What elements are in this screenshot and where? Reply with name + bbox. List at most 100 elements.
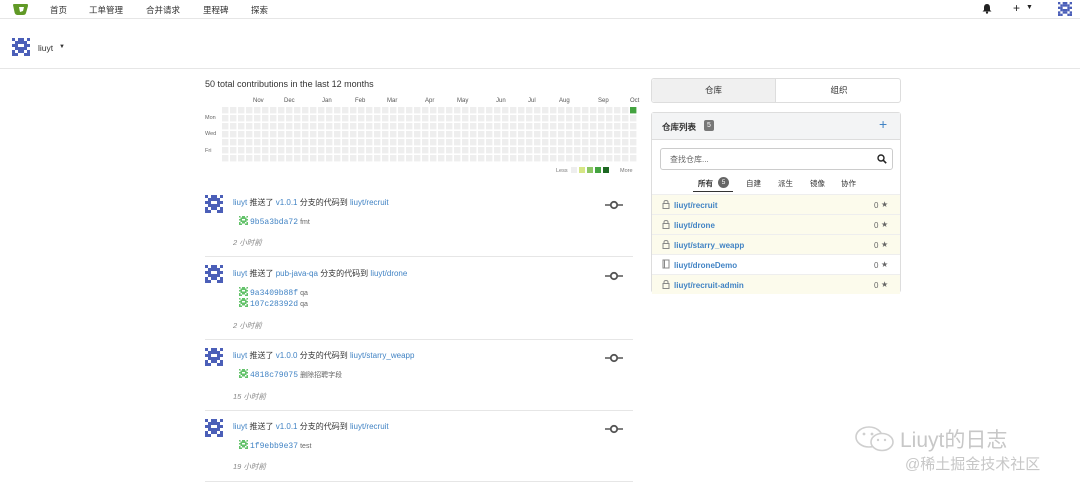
context-user-name[interactable]: liuyt: [38, 43, 53, 53]
feed-repo-link[interactable]: liuyt/recruit: [350, 422, 389, 431]
search-icon[interactable]: [877, 154, 887, 164]
heatmap-month: Jan: [322, 98, 332, 104]
heatmap-cell: [230, 123, 237, 130]
heatmap-cell: [302, 115, 309, 122]
heatmap-cell: [558, 147, 565, 154]
heatmap-cell: [262, 147, 269, 154]
watermark-subtitle: @稀土掘金技术社区: [905, 456, 1041, 473]
chevron-down-icon[interactable]: ▼: [1026, 4, 1033, 11]
heatmap-cell: [262, 123, 269, 130]
heatmap-cell: [246, 139, 253, 146]
heatmap-cell: [382, 131, 389, 138]
filter-sources[interactable]: 自建: [746, 178, 761, 189]
feed-avatar[interactable]: [205, 348, 223, 366]
chevron-down-icon[interactable]: ▼: [59, 44, 65, 50]
heatmap-cell: [446, 123, 453, 130]
filter-collaborative[interactable]: 协作: [841, 178, 856, 189]
heatmap-cell: [550, 115, 557, 122]
feed-repo-link[interactable]: liuyt/starry_weapp: [350, 351, 414, 360]
commit-sha-link[interactable]: 9a3409b88f: [250, 289, 298, 298]
feed-item: liuyt 推送了 v1.0.1 分支的代码到 liuyt/recruit 9b…: [205, 192, 633, 257]
heatmap-cell: [430, 155, 437, 162]
repo-row[interactable]: liuyt/recruit 0 ★: [652, 194, 900, 214]
heatmap-cell: [550, 131, 557, 138]
heatmap-cell: [390, 147, 397, 154]
nav-explore[interactable]: 探索: [251, 4, 268, 16]
legend-swatch: [579, 167, 585, 173]
heatmap-cell: [342, 139, 349, 146]
commit-sha-link[interactable]: 1f9ebb9e37: [250, 442, 298, 451]
nav-issues[interactable]: 工单管理: [89, 4, 123, 16]
heatmap-cell: [366, 155, 373, 162]
repo-name-link[interactable]: liuyt/recruit: [674, 201, 718, 210]
feed-branch-link[interactable]: v1.0.1: [276, 422, 298, 431]
repo-search-input[interactable]: [660, 148, 893, 170]
commit-sha-link[interactable]: 9b5a3bda72: [250, 218, 298, 227]
heatmap-cell: [630, 155, 637, 162]
heatmap-cell: [294, 155, 301, 162]
avatar[interactable]: [1058, 2, 1072, 16]
feed-repo-link[interactable]: liuyt/drone: [370, 269, 407, 278]
feed-user-link[interactable]: liuyt: [233, 351, 247, 360]
heatmap-cell: [270, 123, 277, 130]
heatmap-cell: [462, 107, 469, 114]
nav-milestones[interactable]: 里程碑: [203, 4, 229, 16]
repo-name-link[interactable]: liuyt/droneDemo: [674, 261, 737, 270]
lock-icon: [662, 280, 670, 289]
heatmap-cell: [598, 123, 605, 130]
feed-user-link[interactable]: liuyt: [233, 422, 247, 431]
heatmap-cell: [358, 155, 365, 162]
heatmap-cell: [422, 147, 429, 154]
heatmap-cell: [494, 139, 501, 146]
heatmap-cell: [478, 147, 485, 154]
feed-user-link[interactable]: liuyt: [233, 269, 247, 278]
heatmap-cell: [286, 115, 293, 122]
filter-all[interactable]: 所有: [698, 178, 713, 189]
feed-avatar[interactable]: [205, 195, 223, 213]
feed-time: 2 小时前: [233, 238, 262, 247]
heatmap-cell: [598, 107, 605, 114]
nav-pulls[interactable]: 合并请求: [146, 4, 180, 16]
heatmap-cell: [470, 115, 477, 122]
commit-sha-link[interactable]: 107c28392d: [250, 300, 298, 309]
repo-row[interactable]: liuyt/starry_weapp 0 ★: [652, 234, 900, 254]
repo-name-link[interactable]: liuyt/starry_weapp: [674, 241, 744, 250]
user-avatar[interactable]: [12, 38, 30, 56]
filter-forks[interactable]: 派生: [778, 178, 793, 189]
feed-branch-link[interactable]: v1.0.0: [276, 351, 298, 360]
heatmap-cell: [358, 131, 365, 138]
filter-mirrors[interactable]: 镜像: [810, 178, 825, 189]
feed-user-link[interactable]: liuyt: [233, 198, 247, 207]
add-repo-button[interactable]: +: [879, 116, 887, 132]
feed-branch-link[interactable]: pub-java-qa: [276, 269, 318, 278]
heatmap-cell: [366, 115, 373, 122]
heatmap-cell: [462, 123, 469, 130]
heatmap-cell: [630, 131, 637, 138]
feed-avatar[interactable]: [205, 265, 223, 283]
heatmap-cell: [318, 131, 325, 138]
commit-message: qa: [300, 301, 308, 308]
nav-home[interactable]: 首页: [50, 4, 67, 16]
feed-repo-link[interactable]: liuyt/recruit: [350, 198, 389, 207]
heatmap-cell: [374, 107, 381, 114]
feed-avatar[interactable]: [205, 419, 223, 437]
feed-branch-link[interactable]: v1.0.1: [276, 198, 298, 207]
create-new-icon[interactable]: +: [1013, 2, 1020, 14]
commit-sha-link[interactable]: 4818c79075: [250, 371, 298, 380]
repo-row[interactable]: liuyt/droneDemo 0 ★: [652, 254, 900, 274]
heatmap-cell: [510, 131, 517, 138]
gitea-logo-icon[interactable]: [12, 3, 30, 16]
commit-line: 107c28392d qa: [239, 298, 308, 309]
heatmap-cell: [526, 147, 533, 154]
repo-row[interactable]: liuyt/recruit-admin 0 ★: [652, 274, 900, 294]
tab-organizations[interactable]: 组织: [777, 79, 901, 102]
repo-row[interactable]: liuyt/drone 0 ★: [652, 214, 900, 234]
tab-repositories[interactable]: 仓库: [652, 79, 776, 102]
repo-name-link[interactable]: liuyt/recruit-admin: [674, 281, 744, 290]
wechat-icon: [855, 426, 894, 452]
dashboard-tabs: 仓库 组织: [651, 78, 901, 103]
heatmap-cell: [446, 139, 453, 146]
repo-name-link[interactable]: liuyt/drone: [674, 221, 715, 230]
heatmap-cell: [438, 131, 445, 138]
bell-icon[interactable]: [982, 3, 992, 14]
